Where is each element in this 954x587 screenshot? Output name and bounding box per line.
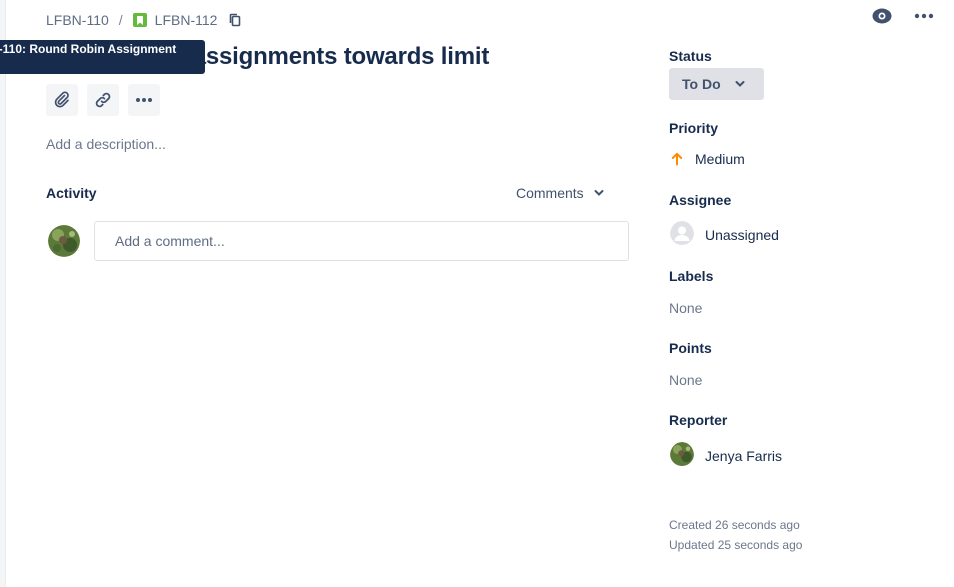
- breadcrumb-separator: /: [118, 12, 123, 28]
- breadcrumb-parent-issue[interactable]: LFBN-110: [46, 12, 109, 28]
- chevron-down-icon: [735, 81, 745, 87]
- more-icon: [136, 98, 152, 102]
- labels-label: Labels: [669, 268, 714, 284]
- assignee-field[interactable]: Unassigned: [669, 221, 779, 248]
- status-dropdown-button[interactable]: To Do: [669, 68, 764, 100]
- attach-button[interactable]: [46, 84, 78, 116]
- issue-toolbar: [46, 84, 160, 116]
- copy-link-icon[interactable]: [229, 13, 241, 27]
- priority-label: Priority: [669, 120, 719, 136]
- created-timestamp: Created 26 seconds ago: [669, 518, 800, 532]
- updated-timestamp: Updated 25 seconds ago: [669, 538, 803, 552]
- arrow-up-icon: [671, 152, 683, 166]
- reporter-label: Reporter: [669, 412, 728, 428]
- points-label: Points: [669, 340, 712, 356]
- issue-actions: [872, 8, 934, 24]
- labels-value[interactable]: None: [669, 300, 702, 316]
- activity-heading: Activity: [46, 185, 97, 201]
- paperclip-icon: [54, 91, 69, 108]
- tooltip-line-1: N-110: Round Robin Assignment: [0, 42, 177, 56]
- eye-icon[interactable]: [872, 8, 892, 24]
- comment-input[interactable]: Add a comment...: [94, 221, 629, 261]
- story-icon: [132, 13, 147, 27]
- status-value: To Do: [682, 76, 721, 92]
- link-icon: [95, 92, 111, 108]
- points-value[interactable]: None: [669, 372, 702, 388]
- tooltip-line-2: s: [0, 57, 205, 72]
- activity-filter-value: Comments: [516, 185, 584, 201]
- breadcrumb-current-issue[interactable]: LFBN-112: [155, 12, 218, 28]
- unassigned-avatar-icon: [670, 221, 694, 248]
- priority-value: Medium: [695, 151, 745, 167]
- avatar: [48, 225, 80, 257]
- more-actions-button[interactable]: [128, 84, 160, 116]
- chevron-down-icon: [594, 190, 604, 196]
- reporter-value: Jenya Farris: [705, 447, 783, 464]
- reporter-field[interactable]: Jenya Farris: [669, 442, 782, 469]
- description-placeholder[interactable]: Add a description...: [46, 136, 166, 152]
- link-issue-button[interactable]: [87, 84, 119, 116]
- left-panel-edge: [0, 0, 6, 587]
- assignee-label: Assignee: [669, 192, 732, 208]
- priority-field[interactable]: Medium: [669, 151, 745, 167]
- status-label: Status: [669, 48, 712, 64]
- breadcrumb: LFBN-110 / LFBN-112: [46, 10, 241, 30]
- parent-issue-tooltip: N-110: Round Robin Assignment s: [0, 40, 205, 74]
- reporter-avatar: [670, 442, 694, 469]
- activity-filter-select[interactable]: Comments: [516, 185, 604, 201]
- more-icon[interactable]: [914, 13, 934, 19]
- assignee-value: Unassigned: [705, 226, 779, 243]
